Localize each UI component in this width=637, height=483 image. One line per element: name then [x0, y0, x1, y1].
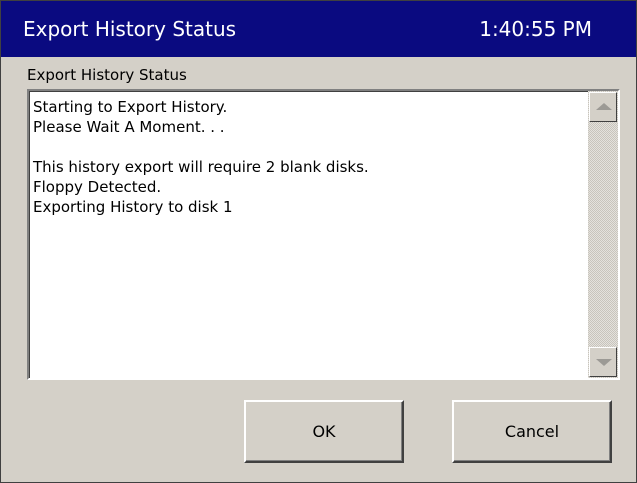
ok-button[interactable]: OK [244, 400, 404, 463]
chevron-down-icon [596, 359, 612, 366]
scroll-down-button[interactable] [589, 347, 617, 377]
status-line: This history export will require 2 blank… [33, 158, 369, 176]
export-history-window: Export History Status 1:40:55 PM Export … [0, 0, 637, 483]
status-textbox[interactable]: Starting to Export History. Please Wait … [27, 89, 620, 380]
clock-display: 1:40:55 PM [479, 17, 592, 41]
scroll-up-button[interactable] [589, 92, 617, 122]
title-bar: Export History Status 1:40:55 PM [1, 1, 636, 57]
status-text-area: Starting to Export History. Please Wait … [33, 97, 583, 217]
status-line [33, 137, 583, 157]
status-line: Starting to Export History. [33, 98, 228, 116]
vertical-scrollbar[interactable] [588, 91, 618, 378]
window-title: Export History Status [23, 17, 237, 41]
cancel-button[interactable]: Cancel [452, 400, 612, 463]
status-line: Please Wait A Moment. . . [33, 118, 225, 136]
section-label: Export History Status [27, 66, 187, 84]
status-line: Exporting History to disk 1 [33, 198, 233, 216]
status-line: Floppy Detected. [33, 178, 162, 196]
chevron-up-icon [596, 103, 612, 110]
